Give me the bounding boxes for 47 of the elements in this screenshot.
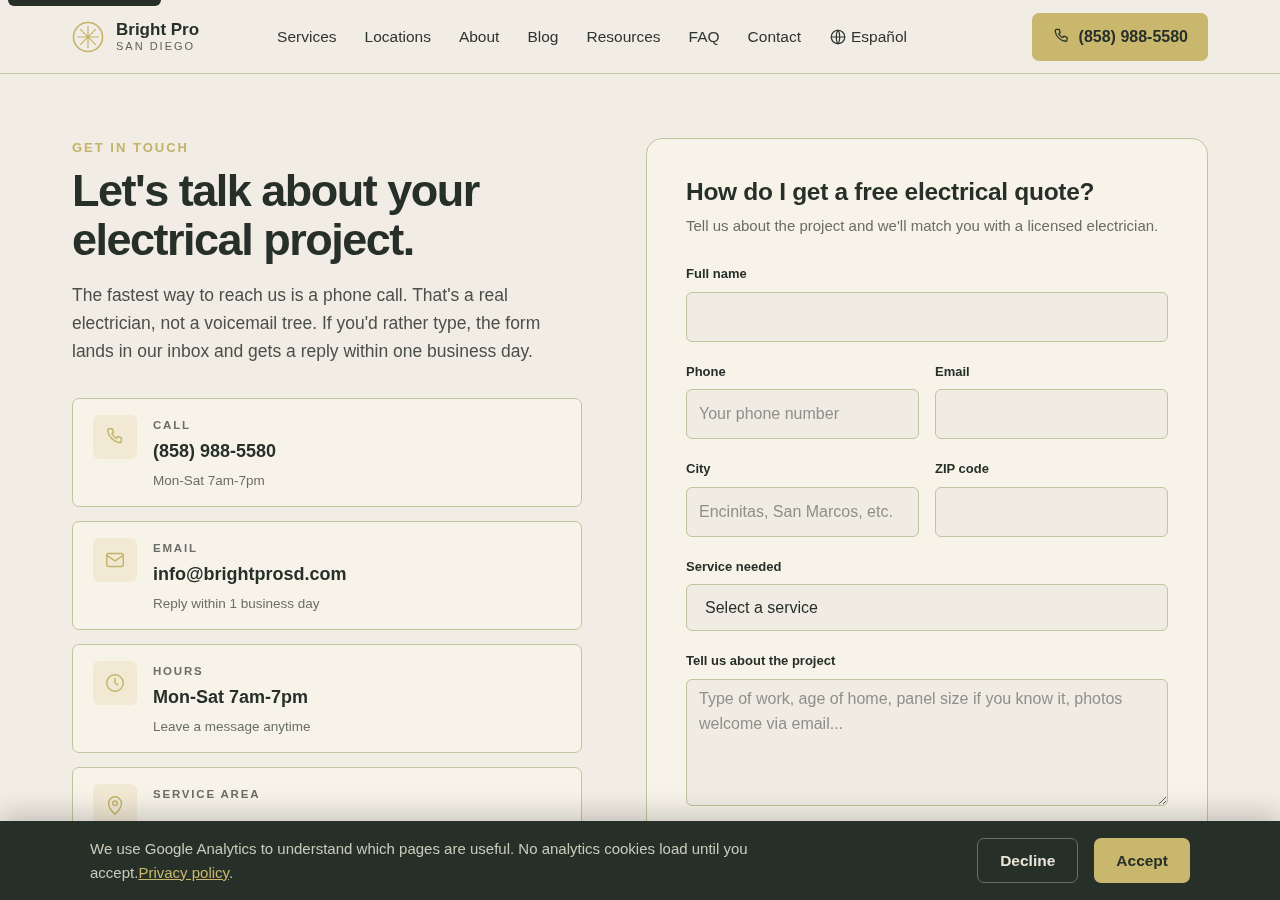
input-field[interactable]: Encinitas, San Marcos, etc. xyxy=(686,486,919,537)
accept-button[interactable]: Accept xyxy=(1094,837,1190,884)
contact-value: Mon-Sat 7am-7pm xyxy=(153,685,310,709)
contact-label: HOURS xyxy=(153,663,205,679)
contact-note: Reply within 1 business day xyxy=(153,594,321,613)
clock-icon xyxy=(104,671,126,694)
contact-label: SERVICE AREA xyxy=(153,786,261,802)
input-field[interactable]: Your phone number xyxy=(686,389,919,440)
nav-link[interactable]: Contact xyxy=(747,24,801,49)
nav-link[interactable]: Locations xyxy=(364,24,431,49)
nav-link[interactable]: Services xyxy=(277,24,337,49)
eyebrow-label: GET IN TOUCH xyxy=(72,139,190,157)
nav-link[interactable]: Resources xyxy=(586,24,661,49)
intro-paragraph: The fastest way to reach us is a phone call. That's a real electrician, not a voicemail tree. If you'd rather type, the form lands in our inbox and gets a reply within one business day. xyxy=(72,283,542,364)
form-subtitle: Tell us about the project and we'll match you with a licensed electrician. xyxy=(686,216,1160,237)
field-label: Tell us about the project xyxy=(686,652,837,671)
brand-name: Bright Pro xyxy=(116,21,200,40)
page-title: Let's talk about your electrical project. xyxy=(72,165,481,265)
nav-link[interactable]: About xyxy=(458,24,500,49)
field-label: City xyxy=(686,460,712,479)
contact-value: info@brightprosd.com xyxy=(153,562,347,586)
contact-note: Mon-Sat 7am-7pm xyxy=(153,471,266,490)
call-button[interactable]: (858) 988-5580 xyxy=(1031,12,1208,61)
sunburst-logo-icon xyxy=(72,20,104,53)
brand-tagline: SAN DIEGO xyxy=(116,39,197,52)
language-link[interactable]: Español xyxy=(829,24,907,49)
decline-button[interactable]: Decline xyxy=(977,837,1079,884)
contact-note: Leave a message anytime xyxy=(153,717,311,736)
cookie-notice: We use Google Analytics to understand which pages are useful. No analytics cookies load until you accept.Privacy policy. xyxy=(90,839,749,883)
field-label: Email xyxy=(935,362,971,381)
field-label: ZIP code xyxy=(935,460,990,479)
input-field[interactable] xyxy=(935,389,1168,440)
field-label: Service needed xyxy=(686,557,783,576)
privacy-policy-link[interactable]: Privacy policy xyxy=(138,863,229,881)
input-field[interactable] xyxy=(686,291,1168,342)
form-title: How do I get a free electrical quote? xyxy=(686,177,1096,207)
field-label: Phone xyxy=(686,362,727,381)
input-field[interactable] xyxy=(935,486,1168,537)
service-select[interactable]: Select a service xyxy=(686,584,1168,632)
nav-link[interactable]: FAQ xyxy=(688,24,720,49)
field-label: Full name xyxy=(686,265,748,284)
globe-icon xyxy=(829,27,847,46)
nav-link[interactable]: Blog xyxy=(527,24,559,49)
contact-value: (858) 988-5580 xyxy=(153,439,277,463)
project-textarea[interactable]: Type of work, age of home, panel size if you know it, photos welcome via email... xyxy=(686,678,1168,806)
contact-label: EMAIL xyxy=(153,540,199,556)
contact-label: CALL xyxy=(153,417,192,433)
